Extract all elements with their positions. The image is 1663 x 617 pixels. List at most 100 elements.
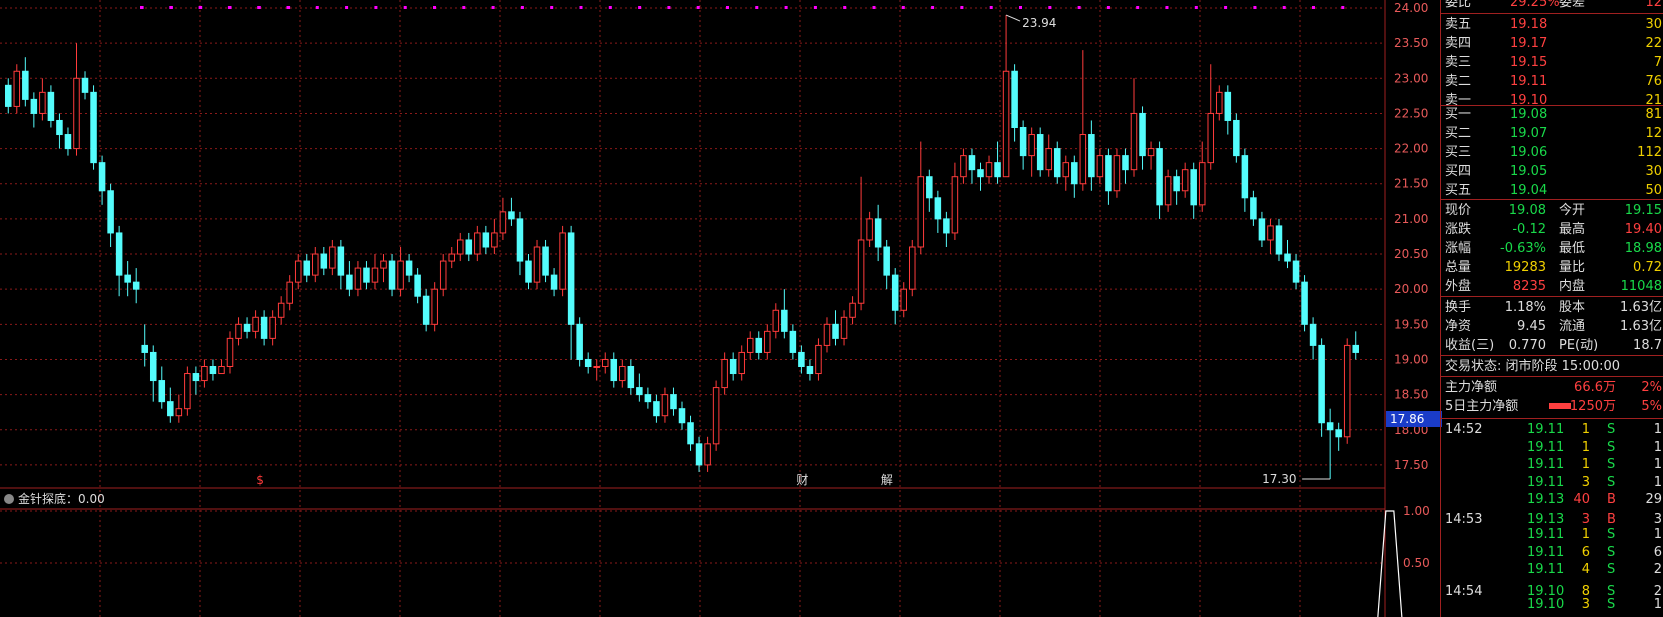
candle-body[interactable] [857, 239, 865, 304]
candle-body[interactable] [1343, 344, 1351, 438]
candle-body[interactable] [1207, 112, 1215, 164]
candle-body[interactable] [1326, 422, 1334, 431]
candle-body[interactable] [107, 190, 114, 234]
candle-body[interactable] [1071, 162, 1078, 185]
candle-body[interactable] [439, 260, 447, 290]
candle-body[interactable] [1284, 253, 1291, 262]
candle-body[interactable] [508, 211, 515, 220]
candle-body[interactable] [474, 232, 481, 255]
candle-body[interactable] [1028, 134, 1035, 157]
candle-body[interactable] [695, 443, 703, 466]
candle-body[interactable] [354, 267, 362, 290]
candle-body[interactable] [1216, 91, 1223, 114]
kline-chart[interactable]: 24.00 23.50 23.00 22.50 22.00 21.50 21.00 20.50… [0, 0, 1440, 617]
candle-body[interactable] [832, 323, 839, 339]
candle-body[interactable] [1250, 197, 1257, 220]
candle-body[interactable] [781, 309, 788, 332]
candle-body[interactable] [192, 373, 200, 382]
candle-body[interactable] [678, 408, 686, 424]
candle-body[interactable] [1241, 155, 1249, 199]
candle-body[interactable] [1335, 429, 1342, 438]
candle-body[interactable] [1233, 119, 1240, 157]
candle-body[interactable] [994, 162, 1001, 178]
candle-body[interactable] [746, 337, 754, 353]
candle-body[interactable] [764, 330, 771, 353]
candle-body[interactable] [917, 176, 925, 248]
candle-body[interactable] [960, 155, 967, 178]
candle-body[interactable] [371, 267, 379, 283]
candle-body[interactable] [1105, 155, 1112, 192]
candle-body[interactable] [559, 232, 566, 290]
candle-body[interactable] [5, 84, 12, 107]
candle-body[interactable] [1088, 134, 1095, 178]
candle-body[interactable] [1062, 162, 1070, 178]
event-marker[interactable]: 财 [796, 473, 808, 487]
candle-body[interactable] [636, 387, 643, 396]
candle-body[interactable] [584, 358, 592, 367]
candle-body[interactable] [806, 366, 814, 375]
candle-body[interactable] [1096, 155, 1104, 178]
candle-body[interactable] [124, 274, 131, 283]
candle-body[interactable] [98, 162, 106, 192]
candle-body[interactable] [909, 246, 916, 290]
candle-body[interactable] [149, 351, 157, 382]
candle-body[interactable] [115, 232, 123, 276]
candle-body[interactable] [414, 274, 421, 297]
candle-body[interactable] [346, 274, 353, 290]
candle-body[interactable] [1011, 70, 1018, 129]
candle-body[interactable] [704, 443, 711, 466]
candle-body[interactable] [516, 218, 524, 262]
candle-body[interactable] [405, 260, 413, 276]
candle-body[interactable] [90, 91, 97, 164]
candle-body[interactable] [1147, 148, 1155, 157]
candle-body[interactable] [977, 169, 984, 178]
candle-body[interactable] [329, 246, 336, 269]
candle-body[interactable] [874, 218, 882, 248]
candle-body[interactable] [260, 316, 268, 339]
candle-body[interactable] [209, 366, 217, 375]
candle-body[interactable] [73, 77, 80, 150]
candle-body[interactable] [448, 253, 456, 262]
candle-body[interactable] [1173, 176, 1180, 192]
candle-body[interactable] [482, 232, 490, 248]
event-marker[interactable]: 解 [881, 473, 893, 487]
candle-body[interactable] [1352, 344, 1359, 353]
candle-body[interactable] [269, 316, 276, 339]
candle-body[interactable] [798, 351, 805, 367]
candle-body[interactable] [815, 344, 822, 375]
candle-body[interactable] [158, 380, 166, 403]
candle-body[interactable] [721, 358, 728, 389]
candle-body[interactable] [1139, 112, 1146, 157]
candle-body[interactable] [1198, 162, 1206, 206]
candle-body[interactable] [601, 358, 609, 367]
candle-body[interactable] [550, 274, 558, 290]
candle-body[interactable] [286, 281, 293, 304]
event-marker[interactable]: $ [256, 473, 264, 487]
candle-body[interactable] [670, 394, 677, 410]
candle-body[interactable] [1079, 134, 1087, 185]
candle-body[interactable] [789, 330, 797, 353]
candle-body[interactable] [431, 288, 438, 325]
candle-body[interactable] [1156, 148, 1163, 206]
candle-body[interactable] [883, 246, 890, 276]
candle-body[interactable] [619, 366, 626, 382]
candle-body[interactable] [320, 253, 328, 269]
candle-body[interactable] [525, 260, 532, 283]
candle-body[interactable] [167, 401, 174, 417]
candle-body[interactable] [388, 260, 396, 290]
candle-body[interactable] [337, 246, 345, 276]
candle-body[interactable] [1113, 155, 1121, 192]
candle-body[interactable] [294, 260, 302, 283]
candle-body[interactable] [610, 358, 618, 382]
candle-body[interactable] [1267, 225, 1274, 241]
candle-body[interactable] [772, 309, 780, 332]
candle-body[interactable] [397, 260, 404, 290]
candle-body[interactable] [985, 162, 993, 178]
candle-body[interactable] [56, 119, 63, 136]
candle-body[interactable] [943, 218, 950, 234]
candle-body[interactable] [81, 77, 89, 93]
candle-body[interactable] [22, 70, 29, 100]
candle-body[interactable] [1122, 155, 1129, 171]
candle-body[interactable] [132, 281, 140, 290]
indicator-toggle-icon[interactable] [4, 494, 14, 504]
